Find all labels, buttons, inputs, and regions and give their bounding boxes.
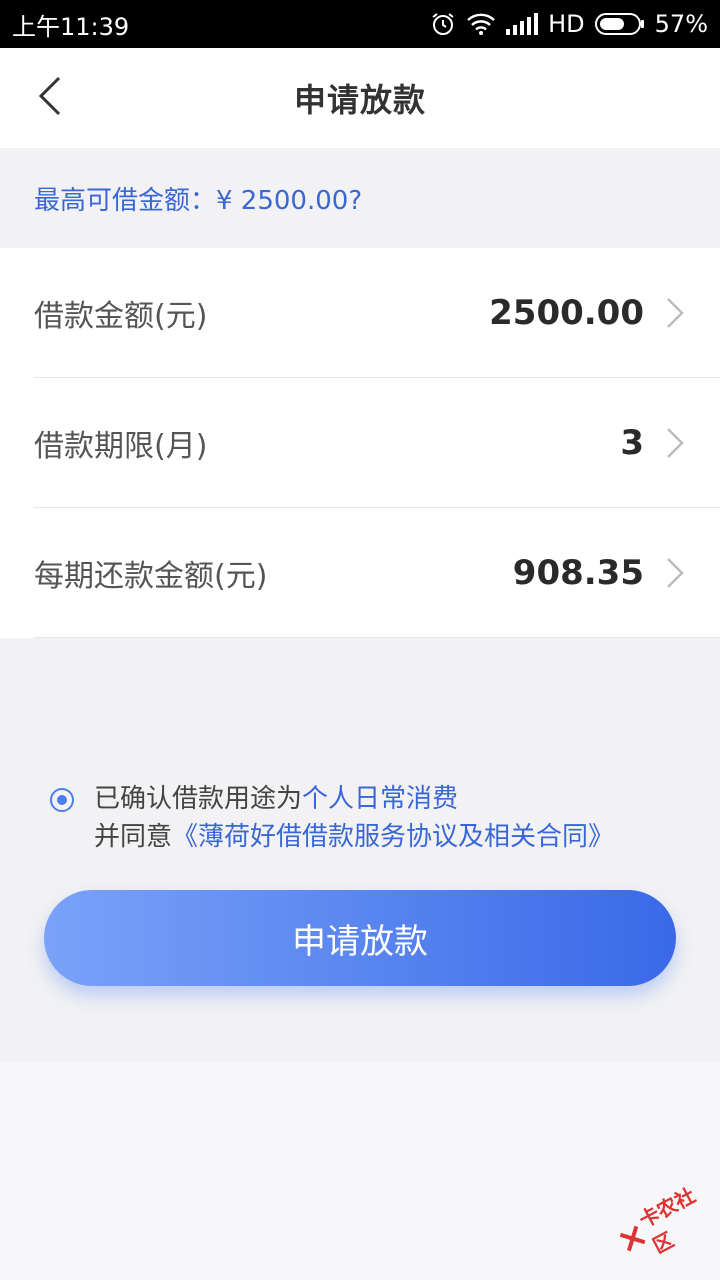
wifi-icon	[466, 12, 496, 36]
nav-bar: 申请放款	[0, 48, 720, 148]
network-label: HD	[548, 10, 585, 38]
back-button[interactable]	[28, 74, 72, 122]
agreement-radio[interactable]	[50, 788, 74, 812]
status-icons: HD 57%	[430, 10, 708, 38]
battery-percent: 57%	[654, 10, 708, 38]
page-title: 申请放款	[293, 81, 426, 119]
radio-checked-dot	[57, 795, 67, 805]
contract-link[interactable]: 《薄荷好借借款服务协议及相关合同》	[172, 822, 614, 852]
agreement-line2-prefix: 并同意	[94, 822, 173, 852]
agreement-line1-prefix: 已确认借款用途为	[94, 784, 303, 814]
loan-amount-label: 借款金额(元)	[34, 298, 208, 334]
agreement-text: 已确认借款用途为个人日常消费 并同意《薄荷好借借款服务协议及相关合同》	[94, 780, 614, 856]
loan-purpose-link[interactable]: 个人日常消费	[302, 784, 458, 814]
apply-loan-button[interactable]: 申请放款	[44, 890, 676, 986]
installment-value: 908.35	[512, 552, 644, 593]
loan-term-label: 借款期限(月)	[34, 428, 208, 464]
chevron-right-icon	[664, 425, 686, 461]
loan-form: 借款金额(元) 2500.00 借款期限(月) 3 每期还款金额(元) 908.…	[0, 248, 720, 638]
chevron-left-icon	[38, 76, 62, 120]
chevron-right-icon	[664, 295, 686, 331]
max-loan-hint: 最高可借金额：¥ 2500.00?	[0, 148, 720, 248]
status-time: 上午11:39	[12, 12, 130, 41]
alarm-icon	[430, 11, 456, 37]
loan-term-row[interactable]: 借款期限(月) 3	[34, 378, 720, 508]
loan-amount-value: 2500.00	[489, 292, 644, 333]
status-bar: 上午11:39 HD 57%	[0, 0, 720, 48]
installment-label: 每期还款金额(元)	[34, 558, 268, 594]
watermark: 卡农社区	[609, 1170, 720, 1273]
loan-amount-row[interactable]: 借款金额(元) 2500.00	[34, 248, 720, 378]
installment-row[interactable]: 每期还款金额(元) 908.35	[34, 508, 720, 638]
battery-icon	[594, 13, 645, 35]
signal-icon	[506, 13, 539, 35]
chevron-right-icon	[664, 555, 686, 591]
loan-term-value: 3	[620, 422, 644, 463]
